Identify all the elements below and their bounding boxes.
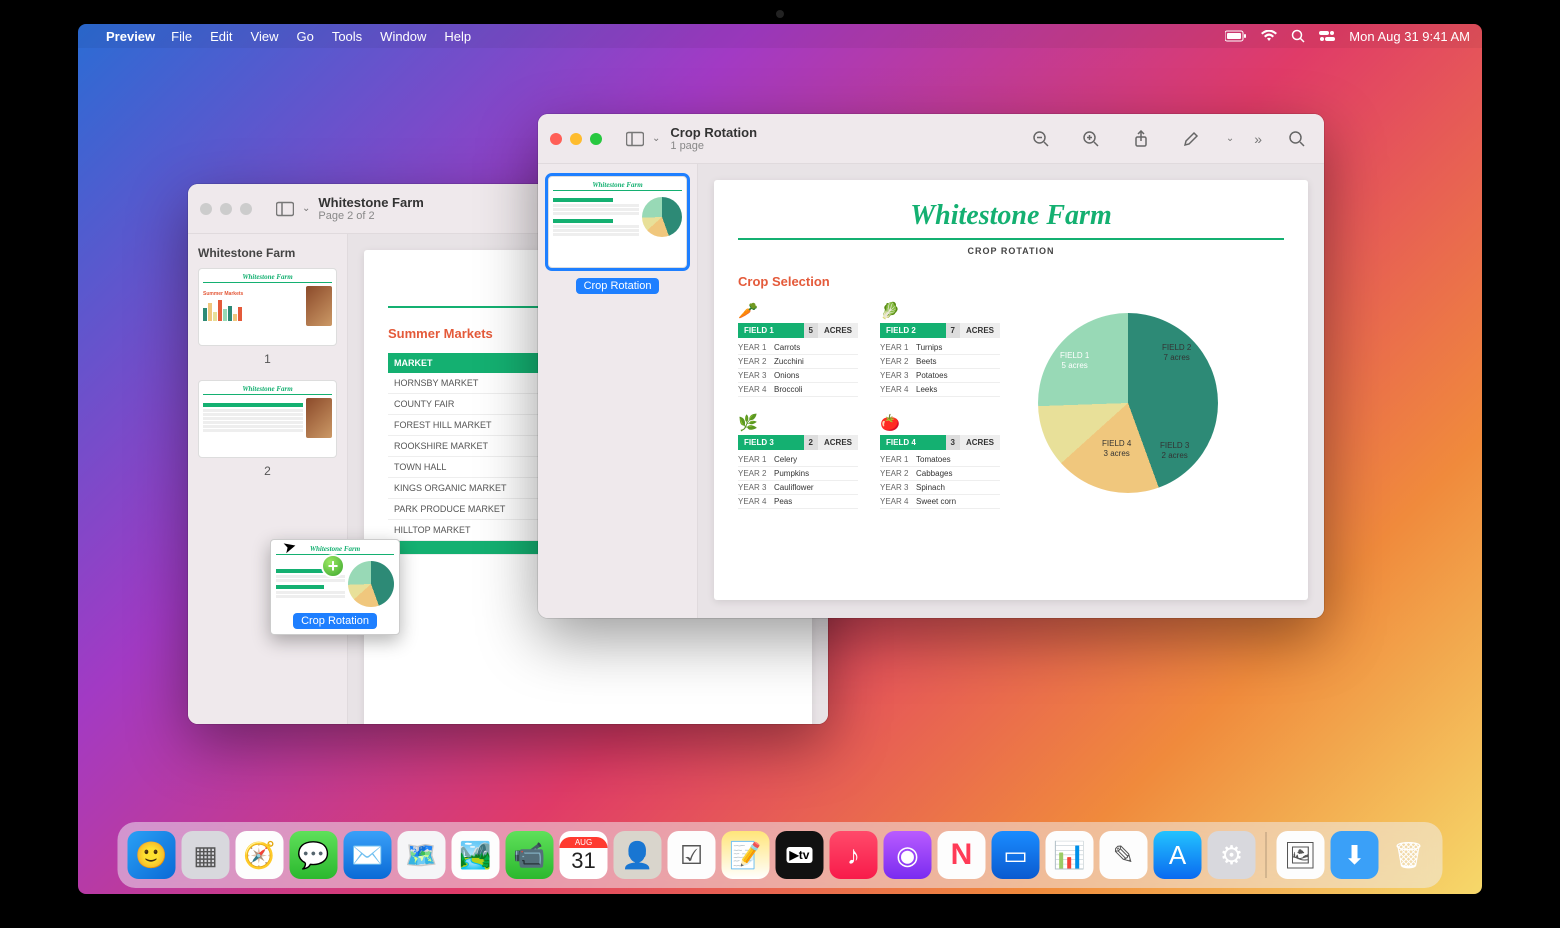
dock-contacts[interactable]: 👤 (614, 831, 662, 879)
menu-go[interactable]: Go (296, 29, 313, 44)
page-thumbnail-1[interactable]: Whitestone Farm Summer Markets (198, 268, 337, 346)
pie-label-field-4: FIELD 43 acres (1102, 439, 1131, 458)
zoom-in-button[interactable] (1076, 126, 1106, 152)
battery-icon[interactable] (1225, 30, 1247, 42)
dock-pages[interactable]: ✎ (1100, 831, 1148, 879)
dock-podcasts[interactable]: ◉ (884, 831, 932, 879)
page-subtitle: CROP ROTATION (738, 246, 1284, 256)
dock-maps[interactable]: 🗺️ (398, 831, 446, 879)
menu-file[interactable]: File (171, 29, 192, 44)
dock-downloads[interactable]: ⬇ (1331, 831, 1379, 879)
close-button[interactable] (550, 133, 562, 145)
field-block: 🌿 FIELD 32ACRESYEAR 1CeleryYEAR 2Pumpkin… (738, 413, 858, 509)
pie-label-field-1: FIELD 15 acres (1060, 351, 1089, 370)
thumbnail-sidebar[interactable]: Whitestone Farm Whitestone Farm Summer M… (188, 234, 348, 724)
menu-window[interactable]: Window (380, 29, 426, 44)
acreage-pie-chart: FIELD 15 acres FIELD 27 acres FIELD 32 a… (1032, 301, 1242, 511)
control-center-icon[interactable] (1319, 30, 1335, 42)
dock-music[interactable]: ♪ (830, 831, 878, 879)
menu-edit[interactable]: Edit (210, 29, 232, 44)
dock-tv[interactable]: ▶tv (776, 831, 824, 879)
wifi-icon[interactable] (1261, 30, 1277, 42)
dock-reminders[interactable]: ☑ (668, 831, 716, 879)
add-icon: + (321, 554, 345, 578)
chevron-down-icon[interactable]: ⌄ (302, 203, 310, 214)
menu-tools[interactable]: Tools (332, 29, 362, 44)
dock-keynote[interactable]: ▭ (992, 831, 1040, 879)
dock-messages[interactable]: 💬 (290, 831, 338, 879)
dock-separator (1266, 832, 1267, 878)
col-market: MARKET (388, 353, 556, 373)
menu-bar: Preview File Edit View Go Tools Window H… (78, 24, 1482, 48)
pie-label-field-3: FIELD 32 acres (1160, 441, 1189, 460)
dock-safari[interactable]: 🧭 (236, 831, 284, 879)
section-heading: Crop Selection (738, 274, 1284, 289)
tomato-icon: 🍅 (880, 413, 1000, 435)
dock-trash[interactable]: 🗑 (1385, 831, 1433, 879)
sidebar-toggle[interactable] (270, 196, 300, 222)
dock-numbers[interactable]: 📊 (1046, 831, 1094, 879)
thumb-label-1: 1 (198, 352, 337, 366)
carrot-icon: 🥕 (738, 301, 858, 323)
menu-view[interactable]: View (251, 29, 279, 44)
thumb-label: Crop Rotation (576, 278, 660, 294)
dock-mail[interactable]: ✉️ (344, 831, 392, 879)
dock-news[interactable]: N (938, 831, 986, 879)
thumb-label-2: 2 (198, 464, 337, 478)
search-button[interactable] (1282, 126, 1312, 152)
pie-label-field-2: FIELD 27 acres (1162, 343, 1191, 362)
field-block: 🍅 FIELD 43ACRESYEAR 1TomatoesYEAR 2Cabba… (880, 413, 1000, 509)
page-viewport-front[interactable]: Whitestone Farm CROP ROTATION Crop Selec… (698, 164, 1324, 618)
dock[interactable]: 🙂▦🧭💬✉️🗺️🏞️📹AUG31👤☑📝▶tv♪◉N▭📊✎A⚙ 🖼⬇🗑 (118, 822, 1443, 888)
desktop: Preview File Edit View Go Tools Window H… (78, 24, 1482, 894)
zoom-out-button[interactable] (1026, 126, 1056, 152)
chevron-down-icon[interactable]: ⌄ (652, 133, 660, 144)
app-menu[interactable]: Preview (106, 29, 155, 44)
menu-help[interactable]: Help (444, 29, 471, 44)
dock-facetime[interactable]: 📹 (506, 831, 554, 879)
thumbnail-sidebar[interactable]: Whitestone Farm Crop Rotation (538, 164, 698, 618)
dock-launchpad[interactable]: ▦ (182, 831, 230, 879)
sidebar-toggle[interactable] (620, 126, 650, 152)
field-block: 🥬 FIELD 27ACRESYEAR 1TurnipsYEAR 2BeetsY… (880, 301, 1000, 397)
dock-settings[interactable]: ⚙ (1208, 831, 1256, 879)
dock-finder[interactable]: 🙂 (128, 831, 176, 879)
close-button[interactable] (200, 203, 212, 215)
maximize-button[interactable] (590, 133, 602, 145)
field-block: 🥕 FIELD 15ACRESYEAR 1CarrotsYEAR 2Zucchi… (738, 301, 858, 397)
page-thumbnail-1[interactable]: Whitestone Farm (548, 176, 687, 268)
dock-preview[interactable]: 🖼 (1277, 831, 1325, 879)
titlebar-front[interactable]: ⌄ Crop Rotation 1 page ⌄ » (538, 114, 1324, 164)
window-subtitle: 1 page (670, 140, 757, 152)
share-button[interactable] (1126, 126, 1156, 152)
camera-notch (776, 10, 784, 18)
spotlight-icon[interactable] (1291, 29, 1305, 43)
dock-notes[interactable]: 📝 (722, 831, 770, 879)
menu-clock[interactable]: Mon Aug 31 9:41 AM (1349, 29, 1470, 44)
page-thumbnail-2[interactable]: Whitestone Farm (198, 380, 337, 458)
markup-button[interactable] (1176, 126, 1206, 152)
page-title: Whitestone Farm (738, 200, 1284, 232)
celery-icon: 🌿 (738, 413, 858, 435)
dock-calendar[interactable]: AUG31 (560, 831, 608, 879)
window-subtitle: Page 2 of 2 (318, 210, 423, 222)
dock-photos[interactable]: 🏞️ (452, 831, 500, 879)
preview-window-crop-rotation[interactable]: ⌄ Crop Rotation 1 page ⌄ » (538, 114, 1324, 618)
minimize-button[interactable] (220, 203, 232, 215)
window-title: Whitestone Farm (318, 195, 423, 210)
sidebar-doc-title: Whitestone Farm (198, 246, 337, 260)
dock-appstore[interactable]: A (1154, 831, 1202, 879)
chevron-down-icon[interactable]: ⌄ (1226, 133, 1234, 144)
minimize-button[interactable] (570, 133, 582, 145)
drag-ghost-label: Crop Rotation (293, 613, 377, 629)
overflow-button[interactable]: » (1254, 131, 1262, 147)
maximize-button[interactable] (240, 203, 252, 215)
window-title: Crop Rotation (670, 125, 757, 140)
drag-ghost-thumbnail: ➤ Whitestone Farm + Crop Rotation (270, 539, 400, 635)
radish-icon: 🥬 (880, 301, 1000, 323)
